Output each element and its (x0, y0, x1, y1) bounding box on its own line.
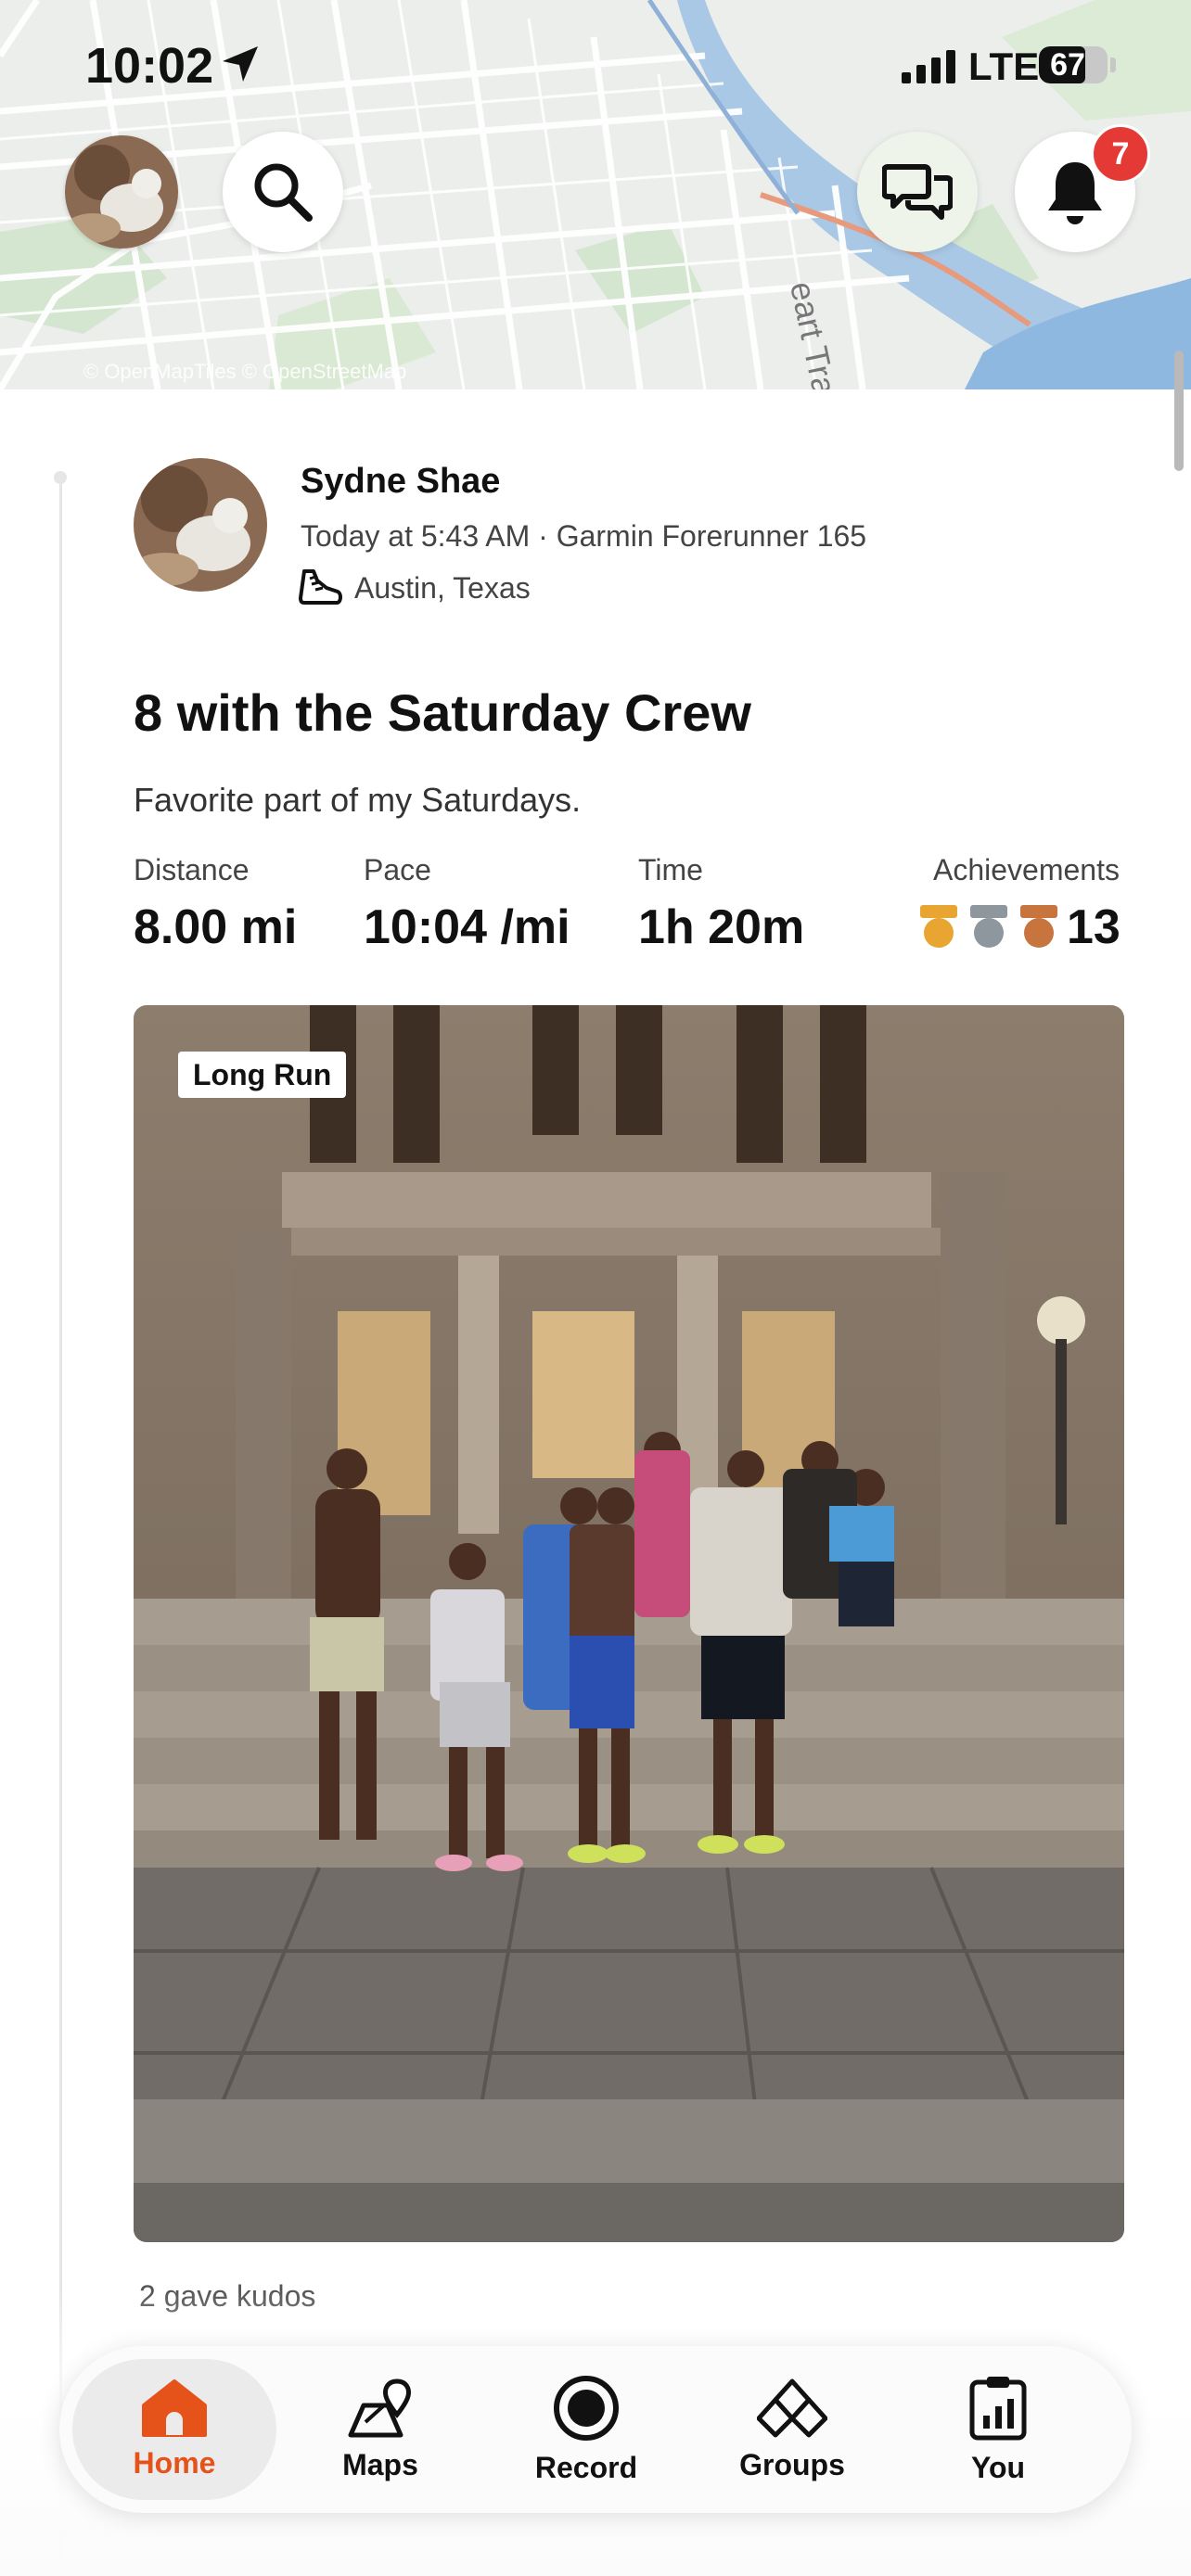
achievement-medals (920, 905, 1057, 948)
you-icon (969, 2376, 1027, 2440)
notification-badge: 7 (1091, 124, 1150, 184)
stat-time-value: 1h 20m (638, 900, 805, 954)
stat-achievements-value: 13 (1067, 900, 1121, 954)
location-arrow-icon (223, 46, 258, 82)
group-photo (134, 1005, 1124, 2242)
network-type: LTE (968, 45, 1040, 88)
record-icon (554, 2375, 619, 2441)
profile-avatar[interactable] (65, 135, 178, 249)
athlete-avatar-image (134, 458, 267, 592)
running-shoe-icon (299, 569, 342, 605)
bronze-medal-icon (1020, 905, 1057, 948)
stat-pace-label: Pace (364, 853, 431, 886)
activity-location: Austin, Texas (354, 571, 531, 605)
messages-button[interactable] (857, 132, 978, 252)
tab-you-label: You (970, 2450, 1026, 2484)
activity-photo[interactable] (134, 1005, 1124, 2242)
maps-icon (348, 2378, 411, 2437)
stat-achievements-label: Achievements (933, 853, 1120, 886)
groups-icon (757, 2378, 827, 2437)
search-icon (254, 163, 313, 222)
tab-bar: Home Maps Record Groups You (59, 2346, 1132, 2513)
stat-time-label: Time (638, 853, 703, 886)
tab-home-label: Home (133, 2445, 216, 2480)
status-bar: 10:02 LTE 67 (0, 0, 1191, 139)
tab-groups-label: Groups (739, 2447, 845, 2481)
tab-groups[interactable]: Groups (690, 2359, 894, 2500)
tab-maps[interactable]: Maps (278, 2359, 482, 2500)
battery-icon: 67 (1039, 46, 1108, 83)
workout-type-tag: Long Run (178, 1052, 347, 1098)
battery-level: 67 (1050, 47, 1085, 83)
signal-icon (902, 50, 955, 83)
home-icon (142, 2378, 207, 2437)
tab-you[interactable]: You (896, 2359, 1100, 2500)
chat-icon (882, 164, 953, 220)
activity-meta: Today at 5:43 AM · Garmin Forerunner 165 (301, 519, 867, 553)
tab-record-label: Record (534, 2450, 638, 2484)
gold-medal-icon (920, 905, 957, 948)
silver-medal-icon (970, 905, 1007, 948)
battery-nub (1110, 57, 1116, 72)
activity-description: Favorite part of my Saturdays. (134, 781, 582, 819)
stat-distance-label: Distance (134, 853, 250, 886)
timeline-dot (54, 471, 67, 484)
activity-title[interactable]: 8 with the Saturday Crew (134, 682, 751, 743)
scrollbar[interactable] (1174, 351, 1184, 471)
stat-distance-value: 8.00 mi (134, 900, 298, 954)
avatar-image (65, 135, 178, 249)
tab-record[interactable]: Record (484, 2359, 688, 2500)
timeline-line (59, 478, 62, 2576)
tab-maps-label: Maps (342, 2447, 418, 2481)
tab-home[interactable]: Home (72, 2359, 276, 2500)
status-time: 10:02 (85, 38, 214, 94)
athlete-avatar[interactable] (134, 458, 267, 592)
map-attribution: © OpenMapTiles © OpenStreetMap (83, 360, 407, 383)
athlete-name[interactable]: Sydne Shae (301, 462, 500, 502)
search-button[interactable] (223, 132, 343, 252)
stat-pace-value: 10:04 /mi (364, 900, 570, 954)
